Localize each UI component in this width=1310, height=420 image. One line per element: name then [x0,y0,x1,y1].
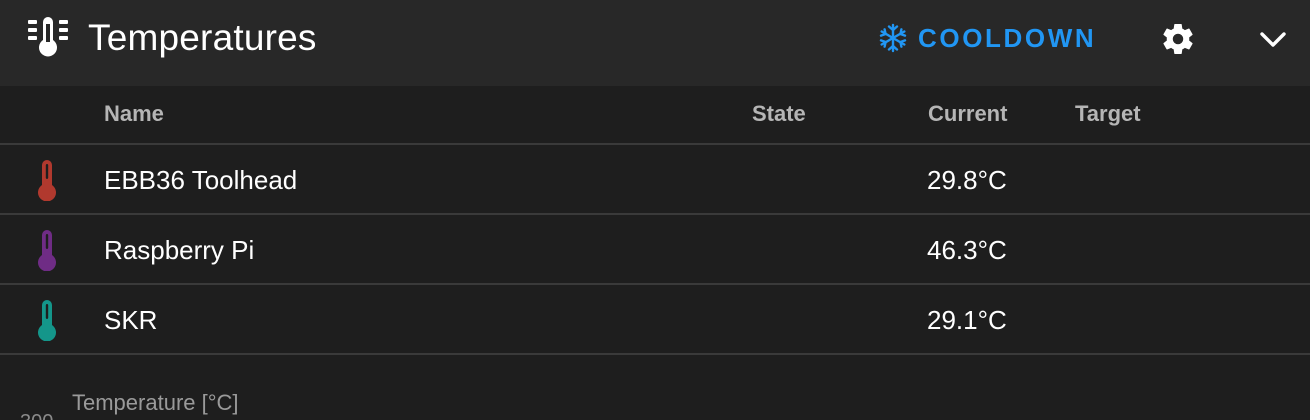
cooldown-button[interactable]: COOLDOWN [878,18,1096,58]
table-row[interactable]: EBB36 Toolhead 29.8°C [0,145,1310,215]
panel-title: Temperatures [88,17,317,58]
chart-y-tick: 300 [20,411,53,420]
column-header-target[interactable]: Target [1075,101,1141,127]
sensor-current-temp: 29.8°C [927,165,1007,195]
table-row[interactable]: SKR 29.1°C [0,285,1310,355]
column-header-current[interactable]: Current [928,101,1007,127]
cooldown-label: COOLDOWN [918,22,1097,53]
sensor-name: SKR [104,305,158,335]
snowflake-icon [879,23,907,53]
column-header-name[interactable]: Name [104,101,164,127]
sensor-name: EBB36 Toolhead [104,165,298,195]
thermometer-icon[interactable] [34,159,60,201]
sensor-current-temp: 29.1°C [927,305,1007,335]
gear-icon[interactable] [1160,21,1196,57]
sensor-current-temp: 46.3°C [927,235,1007,265]
temperature-chart: Temperature [°C] 300 [0,354,1310,420]
temperatures-panel: Temperatures COOLDOWN Name State Current… [0,0,1310,420]
chart-y-axis-label: Temperature [°C] [72,390,239,415]
chevron-down-icon[interactable] [1256,25,1290,53]
table-header: Name State Current Target [0,86,1310,145]
table-row[interactable]: Raspberry Pi 46.3°C [0,215,1310,285]
panel-header: Temperatures COOLDOWN [0,0,1310,86]
thermometer-lines-icon [28,17,68,57]
sensor-name: Raspberry Pi [104,235,255,265]
thermometer-icon[interactable] [34,299,60,341]
column-header-state[interactable]: State [752,101,806,127]
thermometer-icon[interactable] [34,229,60,271]
